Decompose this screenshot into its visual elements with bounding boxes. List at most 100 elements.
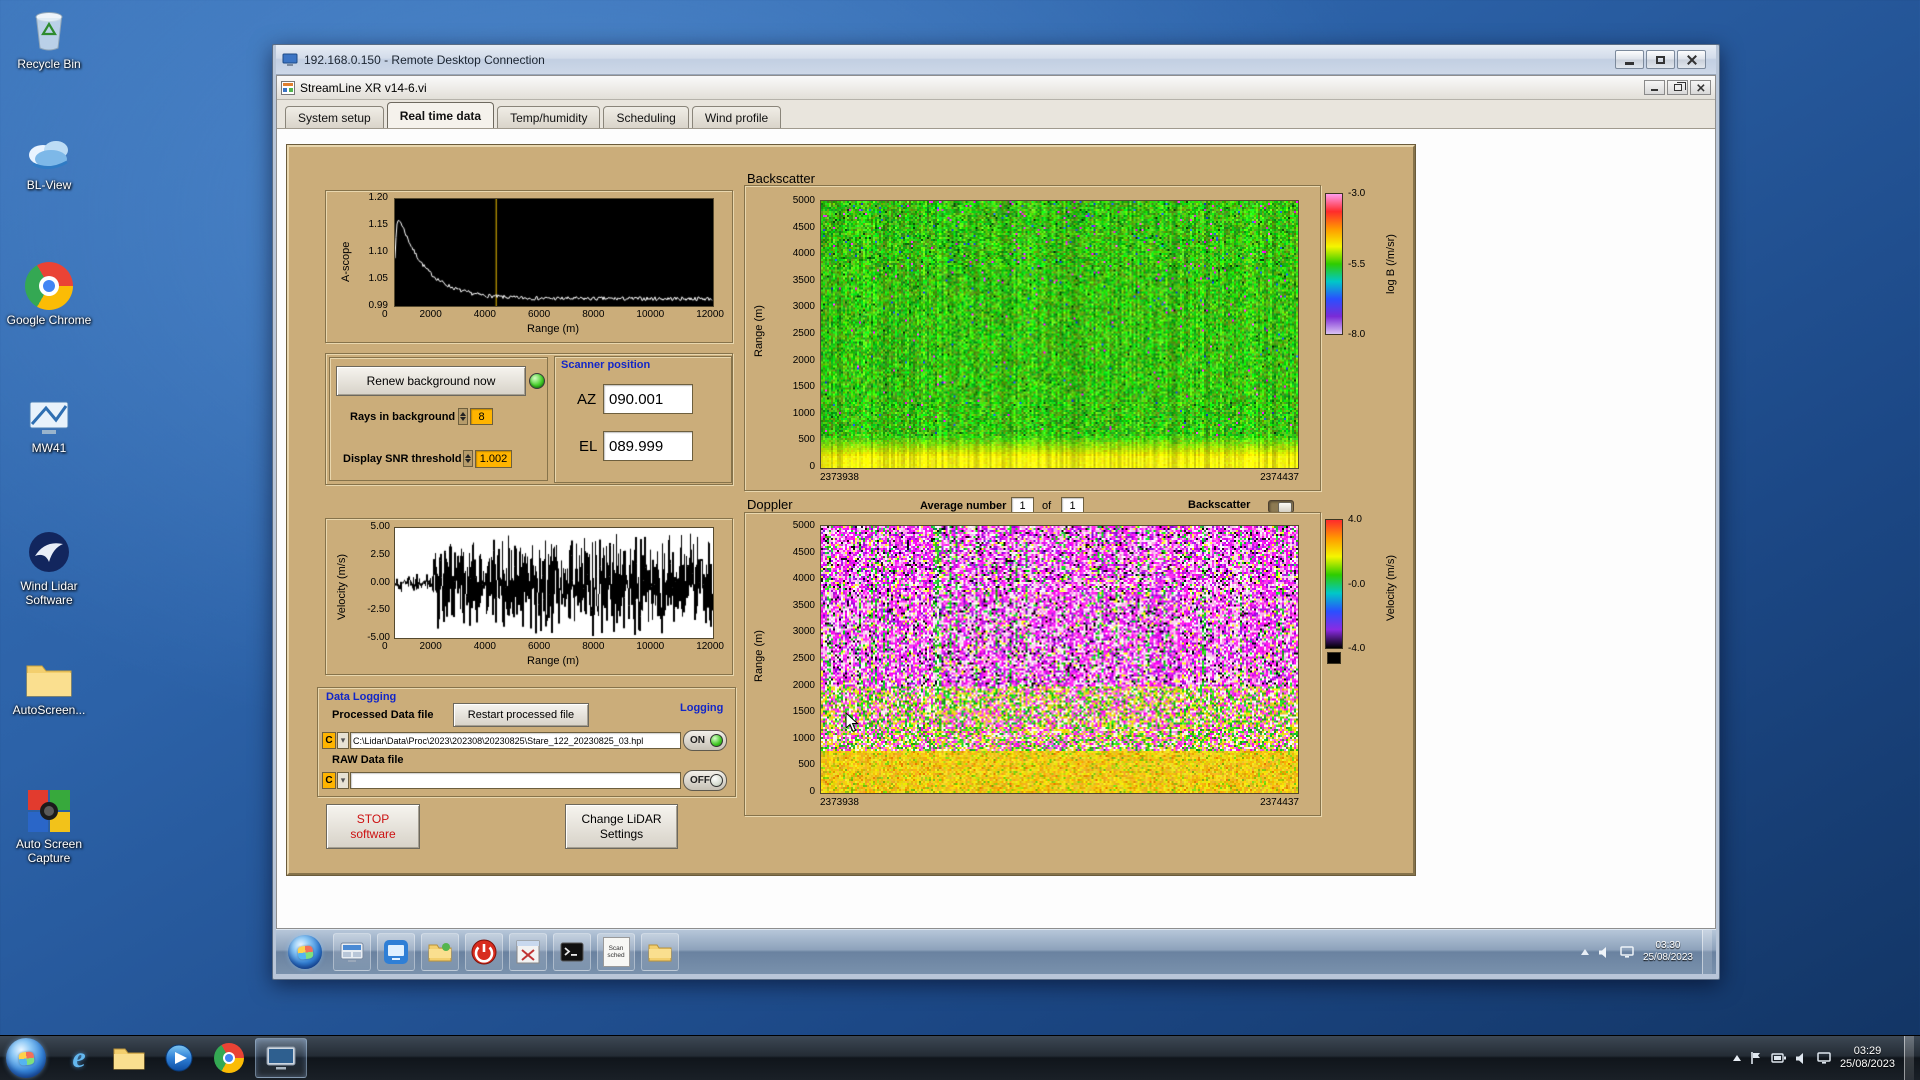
desktop-icon-wind-lidar-software[interactable]: Wind Lidar Software xyxy=(6,528,92,607)
recycle-bin-icon xyxy=(27,8,71,54)
raw-path-field[interactable] xyxy=(350,772,681,789)
average-of-label: of xyxy=(1042,500,1051,512)
remote-taskbar-command-prompt[interactable] xyxy=(553,933,591,971)
remote-network-icon[interactable] xyxy=(1620,946,1634,958)
tab-real-time-data[interactable]: Real time data xyxy=(387,102,494,128)
doppler-x-labels: 2373938 2374437 xyxy=(820,797,1299,808)
start-button[interactable] xyxy=(6,1038,46,1078)
raw-logging-off-switch[interactable]: OFF xyxy=(683,770,727,791)
logging-label: Logging xyxy=(680,702,723,714)
app-close-button[interactable] xyxy=(1690,80,1711,95)
desktop-icon-autoscreen-folder[interactable]: AutoScreen... xyxy=(6,658,92,717)
labview-vi-icon xyxy=(281,81,295,95)
windows-flag-icon xyxy=(297,945,313,959)
remote-taskbar-shutdown[interactable] xyxy=(465,933,503,971)
rdp-maximize-button[interactable] xyxy=(1646,50,1675,69)
taskbar-internet-explorer[interactable]: e xyxy=(55,1038,103,1078)
change-lidar-settings-button[interactable]: Change LiDAR Settings xyxy=(565,804,678,849)
remote-start-button[interactable] xyxy=(288,935,322,969)
battery-icon[interactable] xyxy=(1771,1053,1786,1063)
desktop-icon-google-chrome[interactable]: Google Chrome xyxy=(6,262,92,327)
app-restore-button[interactable] xyxy=(1667,80,1688,95)
rays-in-background-value[interactable]: 8 xyxy=(470,408,493,425)
raw-path-type-box[interactable]: C xyxy=(322,772,336,789)
show-desktop-button[interactable] xyxy=(1904,1036,1914,1080)
action-center-flag-icon[interactable] xyxy=(1750,1051,1762,1065)
folder-icon xyxy=(427,939,453,965)
desktop-icon-mw41[interactable]: MW41 xyxy=(6,398,92,455)
renew-background-button[interactable]: Renew background now xyxy=(336,366,526,396)
rdp-titlebar[interactable]: 192.168.0.150 - Remote Desktop Connectio… xyxy=(276,45,1716,75)
velocity-y-axis-label: Velocity (m/s) xyxy=(336,537,348,637)
remote-hidden-icons-arrow[interactable] xyxy=(1581,949,1589,955)
app-titlebar[interactable]: StreamLine XR v14-6.vi xyxy=(277,76,1715,100)
remote-show-desktop-button[interactable] xyxy=(1702,930,1712,975)
tab-scheduling[interactable]: Scheduling xyxy=(603,106,688,128)
remote-taskbar-control-panel[interactable] xyxy=(333,933,371,971)
streamline-xr-icon xyxy=(515,939,541,965)
tab-system-setup[interactable]: System setup xyxy=(285,106,384,128)
remote-taskbar-display[interactable] xyxy=(377,933,415,971)
backscatter-y-axis-label: Range (m) xyxy=(753,276,765,386)
velocity-y-ticks: 5.002.500.00-2.50-5.00 xyxy=(352,521,390,643)
processed-path-type-box[interactable]: C xyxy=(322,732,336,749)
desktop-icon-label: AutoScreen... xyxy=(13,703,86,717)
processed-logging-on-switch[interactable]: ON xyxy=(683,730,727,751)
tab-temp-humidity[interactable]: Temp/humidity xyxy=(497,106,600,128)
snr-spinner[interactable] xyxy=(463,450,473,467)
taskbar-windows-explorer[interactable] xyxy=(105,1038,153,1078)
remote-volume-icon[interactable] xyxy=(1598,946,1611,959)
remote-taskbar-scan-scheduler[interactable]: Scan sched xyxy=(597,933,635,971)
doppler-section-title: Doppler xyxy=(747,497,793,512)
backscatter-graph: Range (m) 500045004000350030002500200015… xyxy=(744,185,1321,491)
velocity-plot-area xyxy=(394,527,714,639)
front-panel-background: A-scope 1.201.151.101.050.99 02000400060… xyxy=(277,129,1715,928)
on-led xyxy=(710,734,723,747)
taskbar-remote-desktop-active[interactable] xyxy=(255,1038,307,1078)
renew-background-led xyxy=(529,373,545,389)
rdp-close-button[interactable] xyxy=(1677,50,1706,69)
el-value[interactable]: 089.999 xyxy=(603,431,693,461)
app-minimize-button[interactable] xyxy=(1644,80,1665,95)
controls-cluster: Renew background now Rays in background … xyxy=(325,353,733,485)
doppler-colorbar-out-of-range xyxy=(1327,652,1341,664)
processed-path-field[interactable]: C:\Lidar\Data\Proc\2023\202308\20230825\… xyxy=(350,732,681,749)
taskbar-google-chrome[interactable] xyxy=(205,1038,253,1078)
raw-data-file-label: RAW Data file xyxy=(332,754,404,766)
windows-flag-icon xyxy=(18,1051,34,1065)
network-icon[interactable] xyxy=(1817,1052,1831,1064)
a-scope-y-ticks: 1.201.151.101.050.99 xyxy=(354,192,388,311)
rdp-minimize-button[interactable] xyxy=(1615,50,1644,69)
rays-spinner[interactable] xyxy=(458,408,468,425)
host-clock[interactable]: 03:29 25/08/2023 xyxy=(1840,1045,1895,1071)
command-prompt-icon xyxy=(559,939,585,965)
velocity-graph: Velocity (m/s) 5.002.500.00-2.50-5.00 02… xyxy=(325,518,733,675)
velocity-x-axis-label: Range (m) xyxy=(394,655,712,667)
rdp-connection-icon xyxy=(282,53,298,67)
volume-icon[interactable] xyxy=(1795,1052,1808,1065)
realtime-panel: A-scope 1.201.151.101.050.99 02000400060… xyxy=(287,145,1415,875)
remote-taskbar-streamline-xr[interactable] xyxy=(509,933,547,971)
restart-processed-file-button[interactable]: Restart processed file xyxy=(453,703,589,727)
windows-media-player-icon xyxy=(164,1043,194,1073)
processed-path-browse-button[interactable]: ▾ xyxy=(337,732,349,749)
raw-path-browse-button[interactable]: ▾ xyxy=(337,772,349,789)
scanner-position-cluster: Scanner position AZ 090.001 EL 089.999 xyxy=(554,356,732,483)
az-value[interactable]: 090.001 xyxy=(603,384,693,414)
remote-taskbar-lidar-folder[interactable] xyxy=(421,933,459,971)
desktop-icon-label: BL-View xyxy=(27,178,71,192)
desktop-icon-auto-screen-capture[interactable]: Auto Screen Capture xyxy=(6,788,92,865)
remote-taskbar: Scan sched 03:30 25/08/20 xyxy=(276,929,1716,974)
stop-software-button[interactable]: STOP software xyxy=(326,804,420,849)
taskbar-media-player[interactable] xyxy=(155,1038,203,1078)
backscatter-x-labels: 2373938 2374437 xyxy=(820,472,1299,483)
tab-wind-profile[interactable]: Wind profile xyxy=(692,106,781,128)
remote-taskbar-explorer[interactable] xyxy=(641,933,679,971)
desktop-icon-bl-view[interactable]: BL-View xyxy=(6,133,92,192)
desktop-icon-recycle-bin[interactable]: Recycle Bin xyxy=(6,8,92,71)
velocity-canvas xyxy=(395,528,713,638)
snr-threshold-value[interactable]: 1.002 xyxy=(475,450,512,468)
a-scope-x-axis-label: Range (m) xyxy=(394,323,712,335)
remote-clock[interactable]: 03:30 25/08/2023 xyxy=(1643,940,1693,964)
hidden-icons-arrow[interactable] xyxy=(1733,1055,1741,1061)
